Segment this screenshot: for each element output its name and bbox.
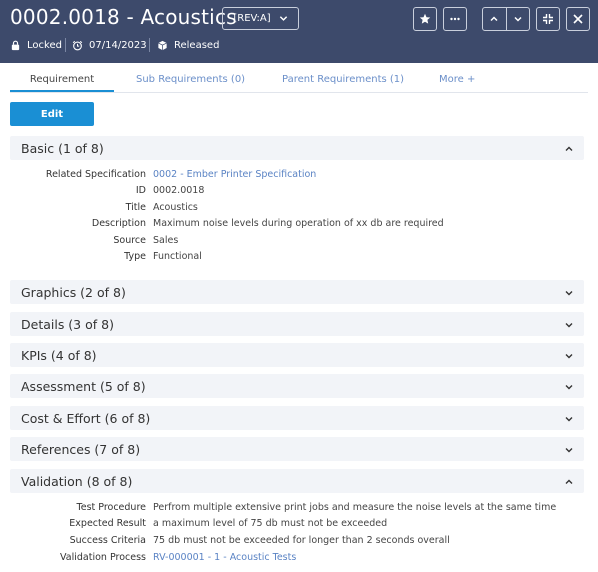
field-label-type: Type [124,251,146,262]
field-value-title: Acoustics [153,202,198,213]
field-value-expected-result: a maximum level of 75 db must not be exc… [153,518,388,529]
chevron-up-icon [490,16,498,22]
section-title: Validation (8 of 8) [21,474,133,489]
field-value-success-criteria: 75 db must not be exceeded for longer th… [153,535,450,546]
lock-status: Locked [10,38,62,52]
ellipsis-icon [450,17,460,21]
chevron-down-icon [565,448,573,453]
field-label-related-specification: Related Specification [45,169,146,180]
date-status: 07/14/2023 [72,38,147,52]
field-label-id: ID [135,185,146,196]
tab-more[interactable]: More + [439,74,475,85]
section-title: Cost & Effort (6 of 8) [21,411,151,426]
validation-process-link[interactable]: RV-000001 - 1 - Acoustic Tests [153,552,296,563]
field-value-type: Functional [153,251,202,262]
section-title: Basic (1 of 8) [21,141,104,156]
section-title: Assessment (5 of 8) [21,379,146,394]
section-assessment[interactable]: Assessment (5 of 8) [10,374,584,398]
header-bar: 0002.0018 - Acoustics [REV:A] Locked 07/… [0,0,598,63]
tab-requirement[interactable]: Requirement [10,74,114,85]
chevron-down-icon [279,16,287,21]
chevron-down-icon [565,354,573,359]
tab-sub-requirements[interactable]: Sub Requirements (0) [136,74,245,85]
record-navigation [482,7,530,31]
section-kpis[interactable]: KPIs (4 of 8) [10,343,584,367]
date-text: 07/14/2023 [89,39,147,51]
tab-parent-requirements[interactable]: Parent Requirements (1) [282,74,404,85]
section-title: Graphics (2 of 8) [21,285,126,300]
field-label-expected-result: Expected Result [69,518,146,529]
section-title: Details (3 of 8) [21,317,114,332]
chevron-down-icon [565,417,573,422]
section-validation[interactable]: Validation (8 of 8) [10,469,584,493]
box-icon [158,40,167,50]
chevron-up-icon [565,479,573,484]
alarm-clock-icon [72,40,83,50]
section-graphics[interactable]: Graphics (2 of 8) [10,280,584,304]
star-icon [419,13,431,24]
field-label-validation-process: Validation Process [60,552,146,563]
page-title: 0002.0018 - Acoustics [10,5,237,29]
revision-label: [REV:A] [233,13,271,24]
status-divider [65,38,66,52]
field-label-success-criteria: Success Criteria [69,535,146,546]
previous-record-button[interactable] [483,8,506,30]
chevron-down-icon [565,323,573,328]
tab-bar: Requirement Sub Requirements (0) Parent … [10,70,588,93]
revision-dropdown[interactable]: [REV:A] [222,7,299,30]
section-basic[interactable]: Basic (1 of 8) [10,136,584,160]
active-tab-indicator [10,90,114,92]
field-value-id: 0002.0018 [153,185,205,196]
field-value-test-procedure: Perfrom multiple extensive print jobs an… [153,502,557,513]
status-divider [149,38,150,52]
chevron-down-icon [565,291,573,296]
related-specification-link[interactable]: 0002 - Ember Printer Specification [153,169,316,180]
section-title: KPIs (4 of 8) [21,348,97,363]
lock-icon [11,40,20,50]
close-icon [573,14,583,24]
lock-status-text: Locked [27,39,62,51]
favorite-button[interactable] [413,7,437,31]
close-button[interactable] [566,7,590,31]
field-value-source: Sales [153,235,179,246]
release-status-text: Released [174,39,220,51]
chevron-up-icon [565,146,573,151]
field-label-test-procedure: Test Procedure [76,502,146,513]
section-cost-effort[interactable]: Cost & Effort (6 of 8) [10,406,584,430]
next-record-button[interactable] [505,8,530,30]
more-actions-button[interactable] [443,7,467,31]
section-title: References (7 of 8) [21,442,141,457]
section-details[interactable]: Details (3 of 8) [10,312,584,336]
chevron-down-icon [565,385,573,390]
release-status: Released [157,38,219,52]
field-label-title: Title [125,202,146,213]
field-value-description: Maximum noise levels during operation of… [153,218,444,229]
collapse-icon [543,14,553,24]
chevron-down-icon [514,16,522,22]
field-label-source: Source [113,235,146,246]
collapse-button[interactable] [536,7,560,31]
field-label-description: Description [91,218,146,229]
edit-button[interactable]: Edit [10,102,94,126]
section-references[interactable]: References (7 of 8) [10,437,584,461]
